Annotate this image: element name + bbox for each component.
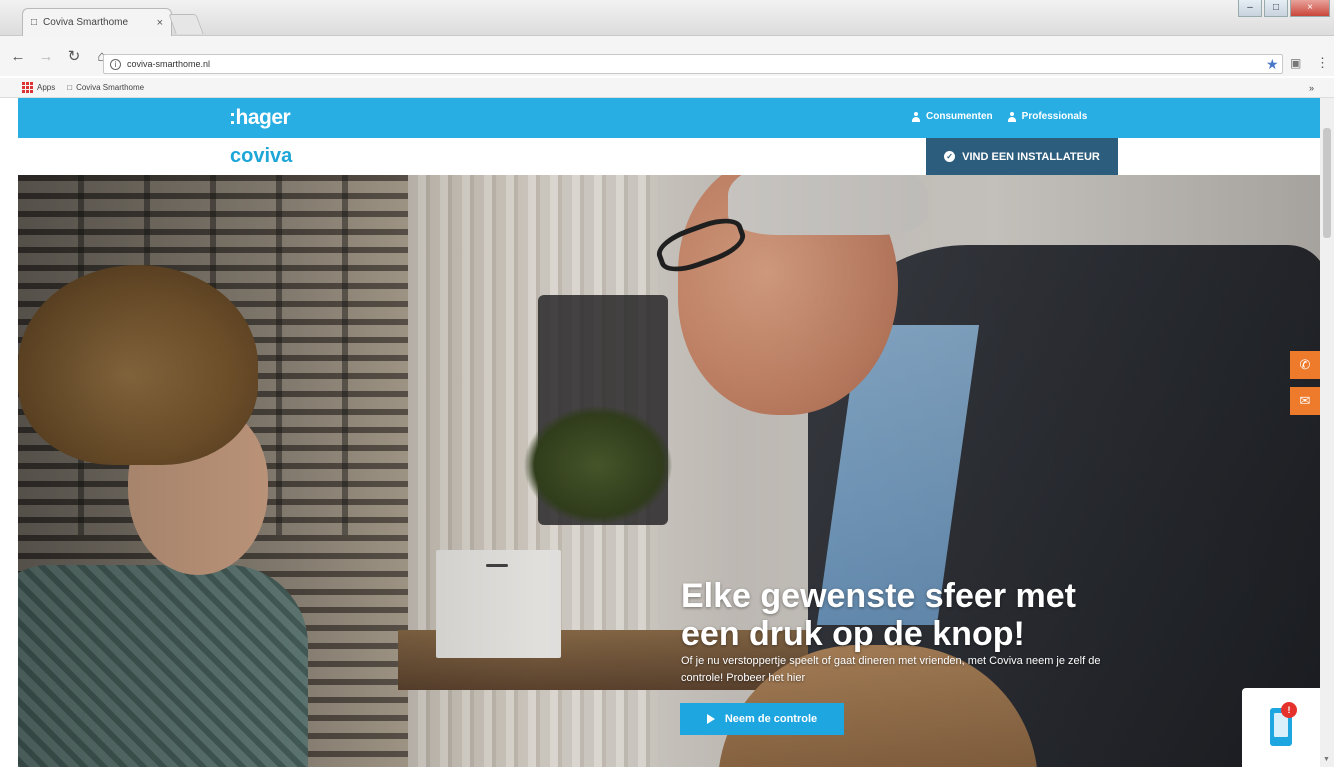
web-page: :hager Consumenten Professionals coviva … (18, 98, 1320, 767)
find-installer-label: VIND EEN INSTALLATEUR (962, 150, 1100, 163)
maximize-button[interactable]: □ (1264, 0, 1288, 17)
minimize-button[interactable]: – (1238, 0, 1262, 17)
back-icon[interactable]: ← (10, 48, 26, 65)
take-control-button[interactable]: Neem de controle (680, 703, 844, 735)
take-control-label: Neem de controle (724, 713, 818, 725)
page-scrollbar[interactable]: ▼ (1320, 98, 1334, 767)
bookmark-apps[interactable]: Apps (22, 82, 55, 93)
forward-icon[interactable]: → (38, 48, 54, 65)
phone-contact-button[interactable]: ✆ (1290, 351, 1320, 379)
link-professionals-label: Professionals (1021, 111, 1088, 122)
mail-icon: ✉ (1299, 393, 1311, 408)
bookmarks-more-icon[interactable]: » (1309, 83, 1314, 93)
tab-title: Coviva Smarthome (43, 17, 129, 28)
url-text: coviva-smarthome.nl (127, 59, 211, 69)
browser-tab[interactable]: □ Coviva Smarthome × (22, 8, 172, 36)
check-icon: ✓ (944, 151, 956, 162)
person-icon (911, 111, 921, 122)
coviva-logo[interactable]: coviva (230, 145, 292, 168)
link-professionals[interactable]: Professionals (1007, 111, 1088, 122)
hero-description: Of je nu verstoppertje speelt of gaat di… (681, 655, 1101, 684)
audience-links: Consumenten Professionals (911, 111, 1087, 122)
browser-window: □ Coviva Smarthome × – □ × ← → ↻ ⌂ i cov… (0, 0, 1334, 767)
site-top-bar: :hager Consumenten Professionals (18, 98, 1320, 138)
play-icon (706, 714, 715, 724)
person-icon (1007, 111, 1017, 122)
title-bar: □ Coviva Smarthome × – □ × (0, 0, 1334, 36)
scrollbar-thumb[interactable] (1323, 128, 1331, 238)
app-widget-button[interactable]: ! (1242, 688, 1320, 767)
page-icon: □ (31, 17, 38, 28)
tab-close-icon[interactable]: × (157, 17, 163, 29)
extension-icon[interactable]: ▣ (1290, 56, 1301, 70)
link-consumenten[interactable]: Consumenten (911, 111, 993, 122)
info-icon[interactable]: i (110, 58, 121, 70)
scroll-down-arrow-icon[interactable]: ▼ (1323, 756, 1330, 763)
phone-icon: ✆ (1299, 357, 1311, 372)
window-controls: – □ × (1238, 0, 1330, 17)
apps-grid-icon (22, 82, 33, 93)
mail-contact-button[interactable]: ✉ (1290, 387, 1320, 415)
bookmark-star-icon[interactable]: ★ (1266, 56, 1279, 73)
address-bar[interactable]: i coviva-smarthome.nl (103, 54, 1283, 74)
hero-image-shade (18, 175, 1320, 767)
reload-icon[interactable]: ↻ (66, 47, 82, 65)
bookmarks-bar: Apps □ Coviva Smarthome » (0, 78, 1334, 98)
find-installer-button[interactable]: ✓ VIND EEN INSTALLATEUR (926, 138, 1118, 175)
new-tab-button[interactable] (168, 14, 204, 34)
bookmark-coviva-label: Coviva Smarthome (76, 83, 145, 92)
close-window-button[interactable]: × (1290, 0, 1330, 17)
hager-logo[interactable]: :hager (229, 106, 291, 130)
link-consumenten-label: Consumenten (926, 111, 993, 122)
page-icon: □ (67, 83, 73, 92)
hero-title: Elke gewenste sfeer met een druk op de k… (681, 577, 1076, 653)
notification-badge: ! (1281, 702, 1297, 718)
hero-banner: Elke gewenste sfeer met een druk op de k… (18, 175, 1320, 767)
bookmark-coviva[interactable]: □ Coviva Smarthome (67, 83, 144, 92)
menu-icon[interactable]: ⋮ (1316, 55, 1329, 71)
bookmark-apps-label: Apps (37, 83, 56, 92)
site-sub-bar: coviva ✓ VIND EEN INSTALLATEUR (18, 138, 1320, 175)
